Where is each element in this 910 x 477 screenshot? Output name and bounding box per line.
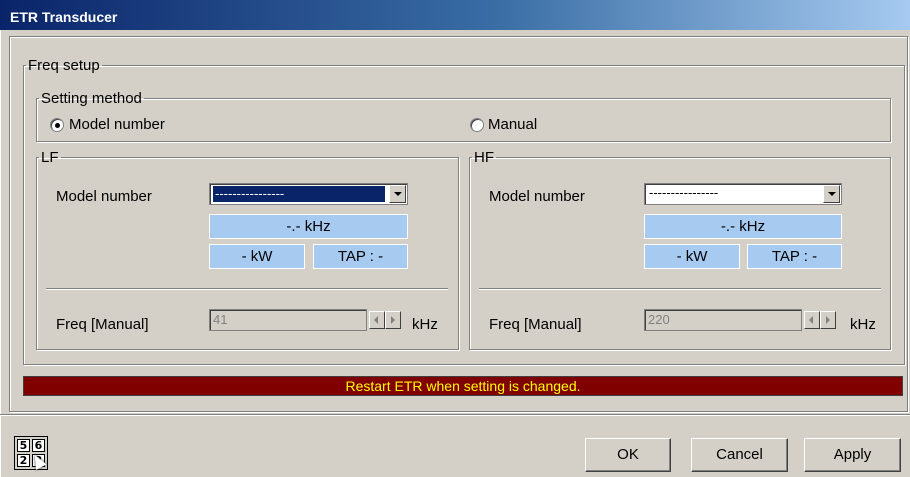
hf-separator bbox=[479, 288, 881, 290]
hf-freq-manual-input[interactable]: 220 bbox=[644, 309, 802, 331]
restart-warning-banner: Restart ETR when setting is changed. bbox=[23, 376, 903, 396]
setting-method-legend: Setting method bbox=[41, 90, 142, 107]
hf-freq-manual-label: Freq [Manual] bbox=[489, 316, 582, 333]
freq-setup-legend: Freq setup bbox=[28, 57, 100, 74]
radio-selected-dot bbox=[55, 123, 60, 128]
lf-freq-manual-input[interactable]: 41 bbox=[209, 309, 367, 331]
hf-spin-left-icon[interactable] bbox=[804, 311, 820, 329]
grid-cell: 2 bbox=[17, 454, 30, 467]
radio-manual[interactable] bbox=[470, 118, 484, 132]
radio-model-number-label[interactable]: Model number bbox=[69, 116, 165, 133]
chevron-down-icon[interactable] bbox=[389, 185, 406, 203]
lf-freq-display: -.- kHz bbox=[209, 214, 408, 239]
title-bar[interactable]: ETR Transducer bbox=[0, 0, 910, 30]
lf-power-display: - kW bbox=[209, 244, 305, 269]
hf-spin-right-icon[interactable] bbox=[820, 311, 836, 329]
lf-spin-right-icon[interactable] bbox=[385, 311, 401, 329]
radio-manual-label[interactable]: Manual bbox=[488, 116, 537, 133]
lf-model-number-value: ---------------- bbox=[213, 186, 385, 202]
ok-button[interactable]: OK bbox=[585, 438, 671, 472]
apply-button[interactable]: Apply bbox=[804, 438, 901, 472]
lf-freq-unit: kHz bbox=[412, 316, 438, 333]
grid-cell: 5 bbox=[17, 439, 30, 452]
hf-legend: HF bbox=[474, 149, 494, 166]
grid-cell: 6 bbox=[32, 439, 45, 452]
lf-separator bbox=[46, 288, 448, 290]
hf-model-number-label: Model number bbox=[489, 188, 585, 205]
lf-model-number-label: Model number bbox=[56, 188, 152, 205]
lf-tap-display: TAP : - bbox=[313, 244, 408, 269]
grid-layout-icon[interactable]: 5 6 2 3 bbox=[14, 436, 48, 470]
hf-model-number-value: ---------------- bbox=[649, 185, 719, 200]
lf-model-number-select[interactable]: ---------------- bbox=[209, 183, 408, 205]
lf-spin-left-icon[interactable] bbox=[369, 311, 385, 329]
radio-model-number[interactable] bbox=[50, 118, 64, 132]
cancel-button[interactable]: Cancel bbox=[691, 438, 788, 472]
hf-model-number-select[interactable]: ---------------- bbox=[644, 183, 842, 205]
bottom-separator bbox=[0, 414, 910, 416]
hf-freq-display: -.- kHz bbox=[644, 214, 842, 239]
hf-tap-display: TAP : - bbox=[747, 244, 842, 269]
hf-power-display: - kW bbox=[644, 244, 740, 269]
lf-legend: LF bbox=[41, 149, 59, 166]
hf-freq-unit: kHz bbox=[850, 316, 876, 333]
lf-freq-manual-label: Freq [Manual] bbox=[56, 316, 149, 333]
window-title: ETR Transducer bbox=[10, 9, 118, 25]
chevron-down-icon[interactable] bbox=[823, 185, 840, 203]
